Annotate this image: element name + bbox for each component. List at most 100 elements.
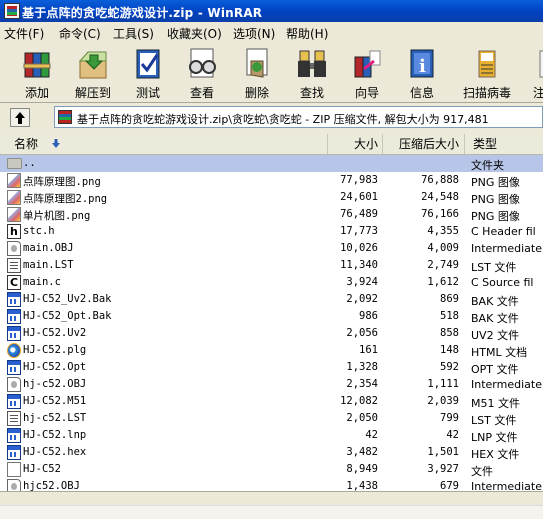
- file-type: UV2 文件: [471, 329, 520, 342]
- file-name: HJ-C52.Opt: [23, 361, 87, 373]
- header-type[interactable]: 类型: [465, 134, 543, 154]
- file-name: HJ-C52: [23, 463, 61, 475]
- test-icon: [131, 47, 165, 81]
- file-row[interactable]: main.LST 11,340 2,749 LST 文件: [0, 257, 543, 274]
- address-bar: 基于点阵的贪吃蛇游戏设计.zip\贪吃蛇\贪吃蛇 - ZIP 压缩文件, 解包大…: [0, 105, 543, 130]
- column-headers: 名称 大小 压缩后大小 类型: [0, 134, 543, 155]
- delete-icon: [240, 47, 274, 81]
- header-packed[interactable]: 压缩后大小: [383, 134, 465, 154]
- archive-icon: [58, 110, 72, 124]
- file-size: 1,438: [346, 480, 378, 491]
- file-size: 2,092: [346, 293, 378, 305]
- file-type: BAK 文件: [471, 295, 519, 308]
- file-name: HJ-C52.M51: [23, 395, 87, 407]
- png-icon: [7, 190, 21, 205]
- file-name: 点阵原理图.png: [23, 176, 101, 188]
- png-icon: [7, 207, 21, 222]
- file-row[interactable]: stc.h 17,773 4,355 C Header fil: [0, 223, 543, 240]
- virus-scan-label: 扫描病毒: [462, 86, 511, 100]
- wizard-icon: [350, 47, 384, 81]
- file-size: 10,026: [340, 242, 378, 254]
- file-row[interactable]: HJ-C52.M51 12,082 2,039 M51 文件: [0, 393, 543, 410]
- extract-to-label: 解压到: [74, 86, 111, 100]
- file-packed-size: 24,548: [421, 191, 459, 203]
- file-row[interactable]: main.OBJ 10,026 4,009 Intermediate: [0, 240, 543, 257]
- file-type: Intermediate: [471, 480, 542, 491]
- file-row[interactable]: 点阵原理图.png 77,983 76,888 PNG 图像: [0, 172, 543, 189]
- info-button[interactable]: i 信息: [396, 45, 448, 101]
- file-row[interactable]: HJ-C52.lnp 42 42 LNP 文件: [0, 427, 543, 444]
- comment-icon: [536, 47, 543, 81]
- file-type: 文件: [471, 465, 493, 478]
- parent-folder-row[interactable]: .. 文件夹: [0, 155, 543, 172]
- find-label: 查找: [299, 86, 324, 100]
- menu-help[interactable]: 帮助(H): [286, 25, 328, 42]
- address-field[interactable]: 基于点阵的贪吃蛇游戏设计.zip\贪吃蛇\贪吃蛇 - ZIP 压缩文件, 解包大…: [54, 106, 543, 128]
- file-packed-size: 679: [440, 480, 459, 491]
- file-row[interactable]: main.c 3,924 1,612 C Source fil: [0, 274, 543, 291]
- window-file-icon: [7, 394, 21, 409]
- file-row[interactable]: hjc52.OBJ 1,438 679 Intermediate: [0, 478, 543, 491]
- virus-scan-button[interactable]: 扫描病毒: [461, 45, 513, 101]
- file-packed-size: 592: [440, 361, 459, 373]
- file-row[interactable]: HJ-C52_Opt.Bak 986 518 BAK 文件: [0, 308, 543, 325]
- file-row[interactable]: HJ-C52.hex 3,482 1,501 HEX 文件: [0, 444, 543, 461]
- file-packed-size: 3,927: [427, 463, 459, 475]
- file-type: Intermediate: [471, 378, 542, 391]
- file-type: LNP 文件: [471, 431, 518, 444]
- file-name: HJ-C52_Uv2.Bak: [23, 293, 112, 305]
- file-packed-size: 858: [440, 327, 459, 339]
- file-type: HTML 文档: [471, 346, 528, 359]
- test-button[interactable]: 测试: [122, 45, 174, 101]
- obj-file-icon: [7, 241, 21, 256]
- file-name: main.OBJ: [23, 242, 74, 254]
- add-button[interactable]: 添加: [11, 45, 63, 101]
- horizontal-scrollbar[interactable]: [0, 505, 543, 519]
- file-row[interactable]: 点阵原理图2.png 24,601 24,548 PNG 图像: [0, 189, 543, 206]
- header-name[interactable]: 名称: [0, 134, 328, 154]
- window-file-icon: [7, 292, 21, 307]
- wizard-button[interactable]: 向导: [341, 45, 393, 101]
- find-button[interactable]: 查找: [286, 45, 338, 101]
- window-file-icon: [7, 445, 21, 460]
- menu-tools[interactable]: 工具(S): [113, 25, 154, 42]
- header-size[interactable]: 大小: [328, 134, 383, 154]
- file-name: 单片机图.png: [23, 210, 91, 222]
- file-size: 12,082: [340, 395, 378, 407]
- file-packed-size: 799: [440, 412, 459, 424]
- file-row[interactable]: hj-c52.OBJ 2,354 1,111 Intermediate: [0, 376, 543, 393]
- file-row[interactable]: HJ-C52_Uv2.Bak 2,092 869 BAK 文件: [0, 291, 543, 308]
- winrar-icon: [4, 3, 20, 19]
- file-name: HJ-C52.Uv2: [23, 327, 87, 339]
- file-row[interactable]: HJ-C52.plg 161 148 HTML 文档: [0, 342, 543, 359]
- up-folder-button[interactable]: [10, 108, 30, 127]
- comment-button[interactable]: 注: [527, 45, 543, 101]
- file-name: HJ-C52.hex: [23, 446, 87, 458]
- file-row[interactable]: HJ-C52 8,949 3,927 文件: [0, 461, 543, 478]
- file-size: 1,328: [346, 361, 378, 373]
- menu-commands[interactable]: 命令(C): [59, 25, 101, 42]
- h-file-icon: [7, 224, 21, 239]
- file-type: PNG 图像: [471, 193, 520, 206]
- menu-options[interactable]: 选项(N): [233, 25, 275, 42]
- menu-file[interactable]: 文件(F): [4, 25, 44, 42]
- file-packed-size: 76,888: [421, 174, 459, 186]
- file-type: BAK 文件: [471, 312, 519, 325]
- virus-scan-icon: [470, 47, 504, 81]
- extract-to-button[interactable]: 解压到: [67, 45, 119, 101]
- file-row[interactable]: 单片机图.png 76,489 76,166 PNG 图像: [0, 206, 543, 223]
- file-type: M51 文件: [471, 397, 520, 410]
- ie-icon: [7, 343, 21, 358]
- delete-button[interactable]: 删除: [231, 45, 283, 101]
- file-row[interactable]: HJ-C52.Uv2 2,056 858 UV2 文件: [0, 325, 543, 342]
- file-name: hj-c52.LST: [23, 412, 87, 424]
- file-type: Intermediate: [471, 242, 542, 255]
- file-size: 8,949: [346, 463, 378, 475]
- file-row[interactable]: hj-c52.LST 2,050 799 LST 文件: [0, 410, 543, 427]
- file-packed-size: 42: [446, 429, 459, 441]
- view-button[interactable]: 查看: [176, 45, 228, 101]
- file-row[interactable]: HJ-C52.Opt 1,328 592 OPT 文件: [0, 359, 543, 376]
- comment-label: 注: [533, 86, 543, 100]
- menu-favorites[interactable]: 收藏夹(O): [167, 25, 222, 42]
- delete-label: 删除: [244, 86, 269, 100]
